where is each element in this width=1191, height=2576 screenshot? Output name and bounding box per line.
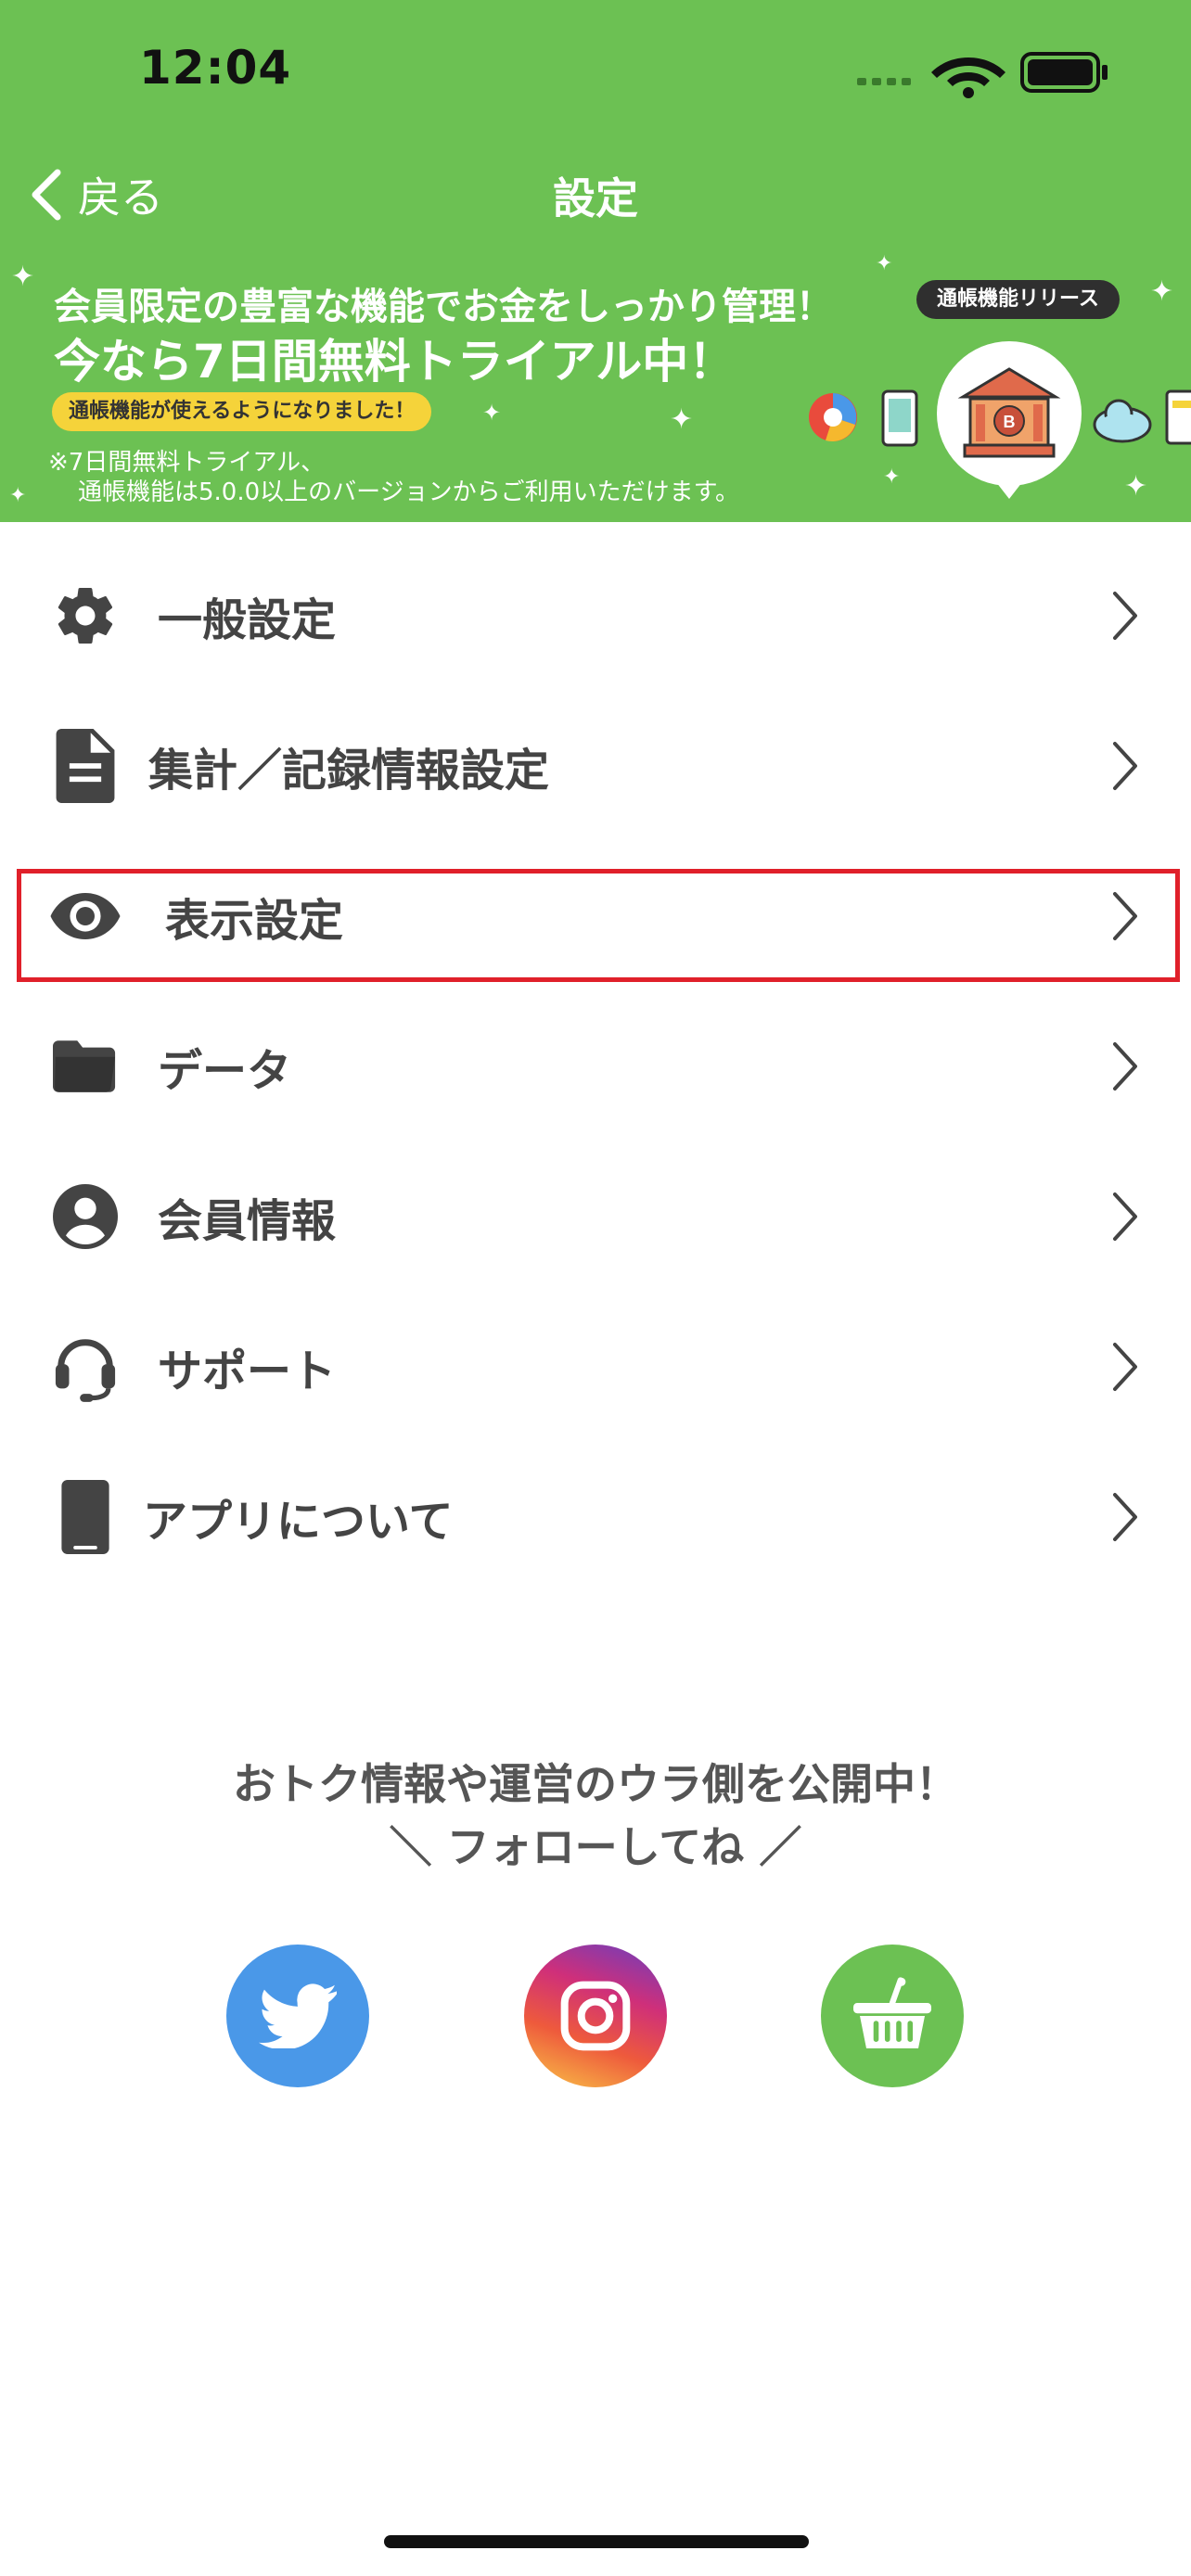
eye-icon	[48, 879, 122, 953]
document-icon	[1165, 389, 1191, 445]
sparkle-icon: ✦	[11, 261, 35, 293]
menu-item-label: データ	[158, 1045, 292, 1097]
menu-item-label: アプリについて	[143, 1496, 454, 1548]
chevron-right-icon	[1113, 1493, 1137, 1541]
page-title: 設定	[553, 173, 638, 223]
chevron-right-icon	[1113, 1192, 1137, 1241]
twitter-icon	[259, 1983, 337, 2048]
menu-item-label: 一般設定	[158, 594, 337, 646]
status-time: 12:04	[139, 41, 292, 95]
banner-note-2: 通帳機能は5.0.0以上のバージョンからご利用いただけます。	[78, 478, 740, 506]
sparkle-icon: ✦	[876, 252, 893, 275]
sparkle-icon: ✦	[670, 403, 694, 436]
shopping-basket-icon	[853, 1977, 931, 2048]
pie-chart-icon	[809, 393, 857, 442]
phone-icon	[881, 389, 918, 447]
sparkle-icon: ✦	[9, 484, 27, 507]
follow-subtitle: ＼ フォローしてね ／	[389, 1822, 802, 1872]
svg-text:B: B	[1004, 413, 1016, 431]
chevron-right-icon	[1113, 892, 1137, 940]
user-circle-icon	[48, 1180, 122, 1254]
chevron-right-icon	[1113, 1042, 1137, 1090]
follow-message: おトク情報や運営のウラ側を公開中！	[233, 1759, 958, 1809]
menu-item-label: 集計／記録情報設定	[148, 745, 550, 797]
status-icons	[857, 52, 1108, 98]
instagram-icon	[560, 1981, 631, 2051]
twitter-button[interactable]	[226, 1945, 369, 2087]
settings-menu: 一般設定 集計／記録情報設定 表示設定 データ 会員情報 サポート アプリについ…	[0, 541, 1191, 1592]
chevron-right-icon	[1113, 742, 1137, 790]
menu-item-data[interactable]: データ	[0, 991, 1191, 1141]
menu-item-about-app[interactable]: アプリについて	[0, 1442, 1191, 1592]
instagram-button[interactable]	[524, 1945, 667, 2087]
app-header: 12:04 戻る 設定 ✦ ✦ ✦ ✦ ✦ ✦ ✦ ✦ 会員限定の豊富な機能でお…	[0, 0, 1191, 522]
release-badge: 通帳機能リリース	[916, 280, 1120, 319]
banner-illustration: B	[809, 341, 1191, 499]
menu-item-support[interactable]: サポート	[0, 1292, 1191, 1442]
chevron-right-icon	[1113, 592, 1137, 640]
banner-headline-1: 会員限定の豊富な機能でお金をしっかり管理！	[54, 286, 833, 328]
promo-banner[interactable]: ✦ ✦ ✦ ✦ ✦ ✦ ✦ ✦ 会員限定の豊富な機能でお金をしっかり管理！ 今な…	[0, 250, 1191, 522]
cloud-icon	[1093, 399, 1152, 443]
menu-item-label: 会員情報	[158, 1195, 337, 1247]
menu-item-label: サポート	[158, 1345, 337, 1397]
menu-item-membership[interactable]: 会員情報	[0, 1141, 1191, 1292]
battery-icon	[1020, 52, 1108, 93]
menu-item-general[interactable]: 一般設定	[0, 541, 1191, 691]
chevron-right-icon	[1113, 1343, 1137, 1391]
folder-icon	[48, 1029, 122, 1103]
sparkle-icon: ✦	[482, 400, 502, 426]
menu-item-label: 表示設定	[165, 895, 344, 947]
banner-headline-2: 今なら7日間無料トライアル中！	[54, 335, 736, 389]
menu-item-display[interactable]: 表示設定	[0, 841, 1191, 991]
headset-icon	[48, 1330, 122, 1404]
gear-icon	[48, 579, 122, 653]
banner-pill: 通帳機能が使えるようになりました！	[52, 392, 432, 431]
menu-item-aggregation[interactable]: 集計／記録情報設定	[0, 691, 1191, 841]
signal-icon	[857, 78, 911, 85]
document-icon	[48, 729, 122, 803]
sparkle-icon: ✦	[1150, 275, 1174, 308]
wifi-icon	[931, 57, 1005, 98]
shop-button[interactable]	[821, 1945, 964, 2087]
smartphone-icon	[48, 1480, 122, 1554]
home-indicator[interactable]	[384, 2535, 809, 2548]
